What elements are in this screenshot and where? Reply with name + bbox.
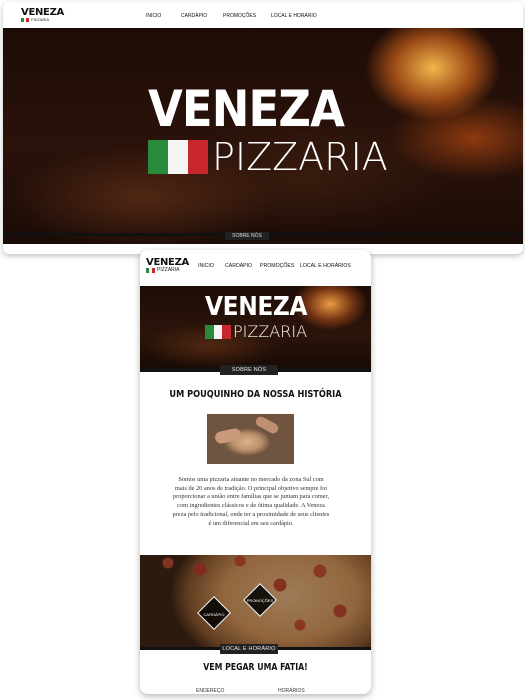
promocoes-diamond-label[interactable]: PROMOÇÕES <box>240 598 280 603</box>
location-title: VEM PEGAR UMA FATIA! <box>203 662 308 673</box>
nav-local-horarios[interactable]: LOCAL E HORÁRIOS <box>300 263 360 269</box>
logo-sub-text: PIZZARIA <box>31 17 50 22</box>
hours-label: HORÁRIOS <box>278 688 305 694</box>
nav-promocoes[interactable]: PROMOÇÕES <box>223 13 271 19</box>
nav-inicio[interactable]: INICIO <box>198 263 225 269</box>
desktop-nav-links: INICIO CARDÁPIO PROMOÇÕES LOCAL E HORÁRI… <box>146 13 341 19</box>
logo-subline: PIZZARIA <box>21 18 64 22</box>
desktop-logo[interactable]: VENEZA PIZZARIA <box>21 8 64 22</box>
desktop-hero: VENEZA PIZZARIA SOBRE NÓS <box>3 28 523 244</box>
nav-cardapio[interactable]: CARDÁPIO <box>181 13 223 19</box>
hero-logo-subline: PIZZARIA <box>205 322 308 341</box>
hero-logo-sub-text: PIZZARIA <box>212 135 388 179</box>
nav-cardapio[interactable]: CARDÁPIO <box>225 263 260 269</box>
nav-inicio[interactable]: INICIO <box>146 13 181 19</box>
desktop-mockup: VENEZA PIZZARIA INICIO CARDÁPIO PROMOÇÕE… <box>3 2 523 254</box>
location-tab[interactable]: LOCAL E HORÁRIO <box>220 644 278 654</box>
mobile-hero: VENEZA PIZZARIA <box>140 286 371 368</box>
italy-flag-icon <box>21 18 29 22</box>
desktop-navbar: VENEZA PIZZARIA INICIO CARDÁPIO PROMOÇÕE… <box>3 2 523 28</box>
nav-promocoes[interactable]: PROMOÇÕES <box>260 263 300 269</box>
dough-photo <box>207 414 294 464</box>
mobile-mockup: VENEZA PIZZARIA INICIO CARDÁPIO PROMOÇÕE… <box>140 250 371 694</box>
italy-flag-icon <box>146 268 155 273</box>
about-tab[interactable]: SOBRE NÓS <box>225 232 269 240</box>
mobile-logo[interactable]: VENEZA PIZZARIA <box>146 258 189 273</box>
hero-logo-subline: PIZZARIA <box>148 138 388 176</box>
mobile-navbar: VENEZA PIZZARIA INICIO CARDÁPIO PROMOÇÕE… <box>140 250 371 286</box>
hero-logo: VENEZA PIZZARIA <box>205 292 308 341</box>
cardapio-diamond-label[interactable]: CARDÁPIO <box>194 612 234 617</box>
hero-logo: VENEZA PIZZARIA <box>148 80 388 176</box>
pizza-banner: CARDÁPIO PROMOÇÕES <box>140 555 371 647</box>
logo-sub-text: PIZZARIA <box>157 267 180 273</box>
mobile-nav-links: INICIO CARDÁPIO PROMOÇÕES LOCAL E HORÁRI… <box>198 263 360 269</box>
logo-subline: PIZZARIA <box>146 268 189 273</box>
hero-logo-wordmark: VENEZA <box>205 292 308 322</box>
address-label: ENDEREÇO <box>196 688 225 694</box>
about-title: UM POUQUINHO DA NOSSA HISTÓRIA <box>169 389 342 400</box>
hero-logo-sub-text: PIZZARIA <box>233 322 308 341</box>
about-tab[interactable]: SOBRE NÓS <box>220 365 278 375</box>
hero-logo-wordmark: VENEZA <box>148 80 345 138</box>
italy-flag-icon <box>205 325 232 339</box>
italy-flag-icon <box>148 140 208 174</box>
nav-local-horario[interactable]: LOCAL E HORÁRIO <box>271 13 341 19</box>
about-text: Somos uma pizzaria atuante no mercado da… <box>172 476 330 527</box>
